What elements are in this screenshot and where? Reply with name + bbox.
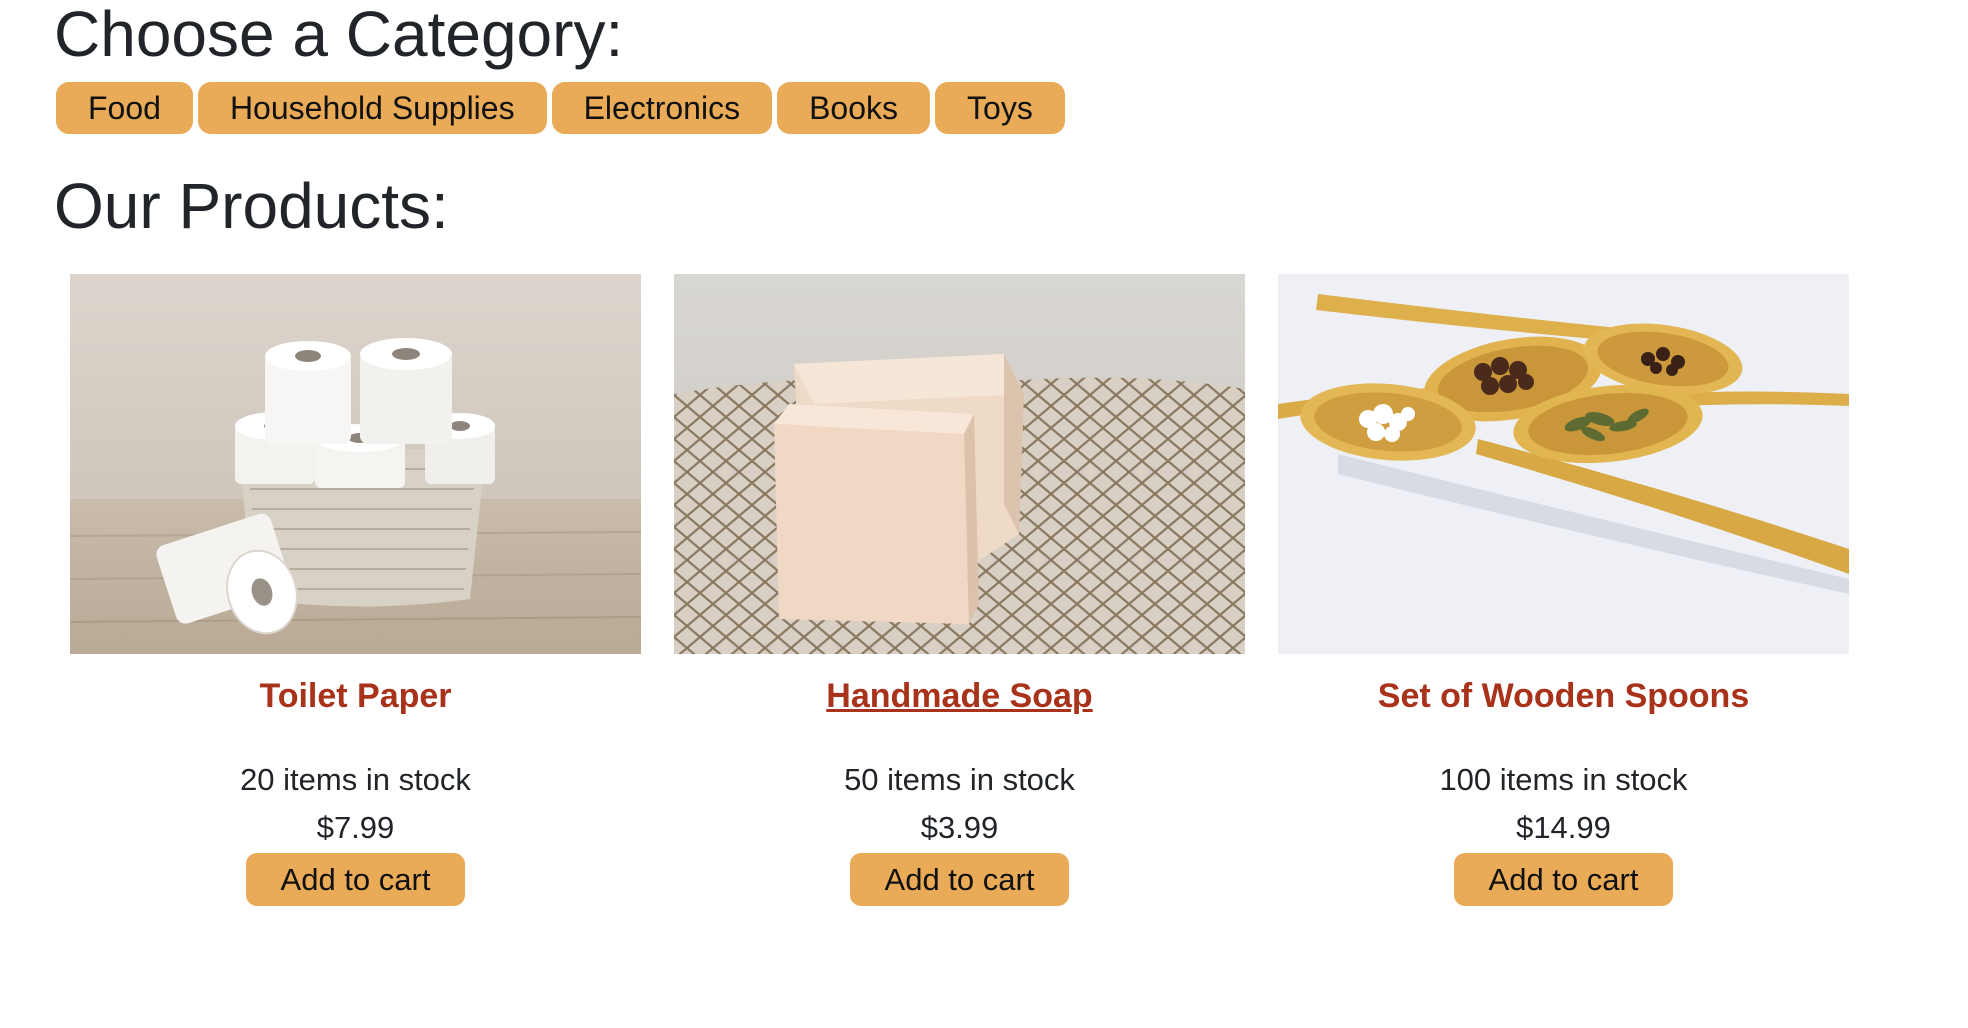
stock-text: 20 items in stock [240,762,471,797]
product-card-wooden-spoons: Set of Wooden Spoons 100 items in stock … [1278,274,1849,906]
category-button-books[interactable]: Books [777,82,931,134]
stock-text: 50 items in stock [844,762,1075,797]
shop-page: Choose a Category: Food Household Suppli… [0,0,1968,1028]
category-button-electronics[interactable]: Electronics [551,82,773,134]
wooden-spoons-photo[interactable] [1278,274,1849,654]
handmade-soap-photo[interactable] [674,274,1245,654]
add-to-cart-button[interactable]: Add to cart [850,853,1069,906]
category-button-row: Food Household Supplies Electronics Book… [56,82,1065,134]
add-to-cart-button[interactable]: Add to cart [1454,853,1673,906]
stock-text: 100 items in stock [1439,762,1688,797]
products-heading: Our Products: [54,170,449,242]
price-text: $14.99 [1516,810,1611,845]
category-heading: Choose a Category: [54,0,624,70]
price-text: $3.99 [920,810,999,845]
category-button-household-supplies[interactable]: Household Supplies [197,82,547,134]
category-button-toys[interactable]: Toys [935,82,1065,134]
add-to-cart-button[interactable]: Add to cart [246,853,465,906]
category-button-food[interactable]: Food [56,82,193,134]
toilet-paper-photo[interactable] [70,274,641,654]
price-text: $7.99 [316,810,395,845]
product-title-link[interactable]: Toilet Paper [70,674,641,718]
product-card-handmade-soap: Handmade Soap 50 items in stock $3.99 Ad… [674,274,1245,906]
product-card-toilet-paper: Toilet Paper 20 items in stock $7.99 Add… [70,274,641,906]
product-title-link[interactable]: Set of Wooden Spoons [1278,674,1849,718]
product-title-link[interactable]: Handmade Soap [674,674,1245,718]
